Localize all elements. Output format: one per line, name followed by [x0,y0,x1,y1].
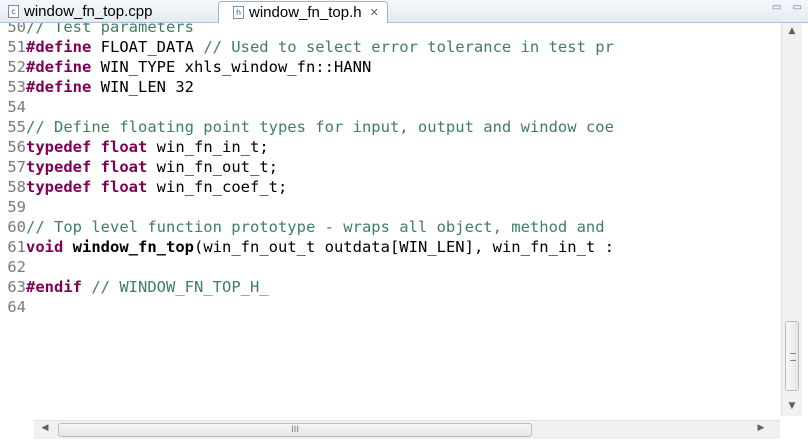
scroll-left-icon[interactable]: ◀ [36,423,54,433]
code-token: float [100,138,148,156]
code-line: 63#endif // WINDOW_FN_TOP_H_ [0,277,269,297]
scroll-right-icon[interactable]: ▶ [752,423,770,433]
tab-window-fn-top-cpp[interactable]: c window_fn_top.cpp [2,1,214,22]
code-token: typedef [26,158,92,176]
code-line: 50// Test parameters [0,23,194,37]
vertical-scrollbar[interactable]: ▲ ▼ [781,23,802,416]
code-line: 56typedef float win_fn_in_t; [0,137,269,157]
tab-label: window_fn_top.cpp [24,3,153,20]
code-line: 60// Top level function prototype - wrap… [0,217,605,237]
tab-label: window_fn_top.h [249,4,362,21]
code-token: typedef [26,138,92,156]
horizontal-scrollbar[interactable]: ◀ III ▶ [34,420,780,439]
code-token: // Used to select error tolerance in tes… [203,38,614,56]
line-number: 62 [7,258,26,276]
tab-window-fn-top-h[interactable]: h window_fn_top.h ✕ [218,1,388,23]
code-line: 52#define WIN_TYPE xhls_window_fn::HANN [0,57,371,77]
code-line: 55// Define floating point types for inp… [0,117,614,137]
code-token: win_fn_out_t; [147,158,278,176]
code-token: typedef [26,178,92,196]
code-token: #define [26,58,92,76]
line-number: 56 [7,138,26,156]
line-number: 63 [7,278,26,296]
code-token: // Define floating point types for input… [26,118,614,136]
line-number: 59 [7,198,26,216]
scroll-up-icon[interactable]: ▲ [782,26,802,36]
vertical-scroll-thumb[interactable] [785,321,799,391]
code-token: FLOAT_DATA [91,38,204,56]
code-line: 62 [0,257,26,277]
code-token: #endif [26,278,82,296]
horizontal-scroll-thumb[interactable]: III [58,423,532,437]
code-token: window_fn_top [72,238,194,256]
code-line: 61void window_fn_top(win_fn_out_t outdat… [0,237,614,257]
code-token: #define [26,38,92,56]
code-line: 51#define FLOAT_DATA // Used to select e… [0,37,614,57]
line-number: 61 [7,238,26,256]
code-editor[interactable]: 50// Test parameters 51#define FLOAT_DATA… [0,23,780,416]
code-line: 53#define WIN_LEN 32 [0,77,194,97]
code-token: // Test parameters [26,23,194,36]
line-number: 51 [7,38,26,56]
code-token: void [26,238,64,256]
scroll-down-icon[interactable]: ▼ [782,401,802,411]
line-number: 50 [7,23,26,36]
code-token: // WINDOW_FN_TOP_H_ [91,278,269,296]
code-token: (win_fn_out_t outdata[WIN_LEN], win_fn_i… [194,238,614,256]
line-number: 54 [7,98,26,116]
code-token: float [100,158,148,176]
line-number: 58 [7,178,26,196]
code-token: // Top level function prototype - wraps … [26,218,605,236]
code-line: 54 [0,97,26,117]
line-number: 55 [7,118,26,136]
code-token: WIN_TYPE xhls_window_fn::HANN [91,58,372,76]
h-file-icon: h [233,6,244,19]
code-token: WIN_LEN 32 [91,78,194,96]
code-token: float [100,178,148,196]
line-number: 52 [7,58,26,76]
code-token: win_fn_in_t; [147,138,269,156]
editor-tab-bar: c window_fn_top.cpp h window_fn_top.h ✕ … [0,0,808,23]
close-icon[interactable]: ✕ [370,6,379,19]
c-file-icon: c [8,5,19,18]
code-line: 58typedef float win_fn_coef_t; [0,177,287,197]
minimize-maximize-icon[interactable]: ▭ ▭ [772,2,806,13]
code-line: 59 [0,197,26,217]
line-number: 64 [7,298,26,316]
line-number: 57 [7,158,26,176]
line-number: 60 [7,218,26,236]
line-number: 53 [7,78,26,96]
code-line: 57typedef float win_fn_out_t; [0,157,278,177]
code-line: 64 [0,297,26,317]
code-token: win_fn_coef_t; [147,178,288,196]
code-token: #define [26,78,92,96]
